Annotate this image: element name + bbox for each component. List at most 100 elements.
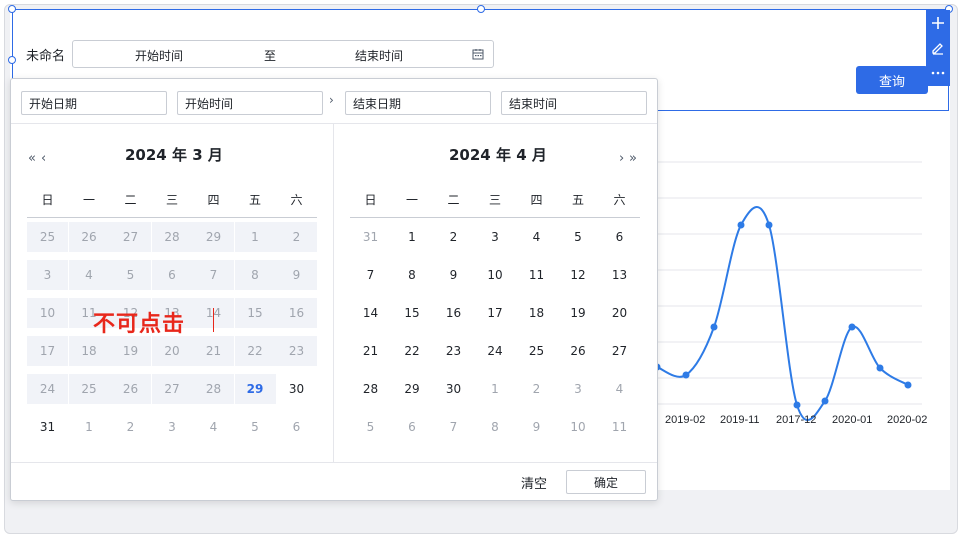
query-button[interactable]: 查询 (856, 66, 928, 94)
calendar-day[interactable]: 28 (350, 374, 391, 404)
calendar-day: 7 (193, 260, 234, 290)
calendar-day[interactable]: 8 (392, 260, 433, 290)
calendar-day[interactable]: 13 (599, 260, 640, 290)
add-icon[interactable] (926, 10, 950, 35)
calendar-day[interactable]: 16 (433, 298, 474, 328)
calendar-day[interactable]: 29 (392, 374, 433, 404)
calendar-day[interactable]: 11 (599, 412, 640, 442)
calendar-day: 26 (110, 374, 151, 404)
prev-month-icon[interactable]: ‹ (41, 151, 46, 166)
calendar-day: 10 (27, 298, 68, 328)
end-date-input[interactable]: 结束日期 (345, 91, 491, 115)
calendar-day: 26 (68, 222, 110, 252)
calendar-day[interactable]: 3 (558, 374, 599, 404)
resize-handle-top-left[interactable] (8, 5, 16, 13)
resize-handle-left[interactable] (8, 56, 16, 64)
calendar-day: 16 (276, 298, 317, 328)
calendar-day[interactable]: 10 (475, 260, 516, 290)
calendar-day[interactable]: 5 (235, 412, 276, 442)
prev-year-icon[interactable]: « (28, 151, 36, 166)
calendar-day[interactable]: 30 (433, 374, 474, 404)
calendar-day[interactable]: 8 (475, 412, 516, 442)
calendar-day: 23 (276, 336, 317, 366)
x-tick-label: 2020-02 (887, 414, 927, 426)
calendar-day: 27 (110, 222, 151, 252)
data-point (710, 323, 718, 331)
calendar-icon (472, 49, 484, 60)
next-year-icon[interactable]: » (629, 151, 637, 166)
calendar-day: 28 (193, 374, 234, 404)
calendar-day[interactable]: 9 (516, 412, 557, 442)
x-tick-label: 2020-01 (832, 414, 872, 426)
calendar-day[interactable]: 6 (276, 412, 317, 442)
calendar-day[interactable]: 5 (350, 412, 391, 442)
calendar-day[interactable]: 23 (433, 336, 474, 366)
start-time-input[interactable]: 开始时间 (177, 91, 323, 115)
clear-button[interactable]: 清空 (521, 473, 547, 492)
calendar-day[interactable]: 4 (193, 412, 234, 442)
calendar-day[interactable]: 2 (516, 374, 557, 404)
calendar-day[interactable]: 3 (152, 412, 193, 442)
calendar-day[interactable]: 20 (599, 298, 640, 328)
weekday-header: 三 (165, 193, 178, 207)
calendar-day[interactable]: 6 (392, 412, 433, 442)
calendar-day[interactable]: 9 (433, 260, 474, 290)
chevron-right-icon: › (329, 93, 334, 107)
text-cursor (213, 308, 214, 332)
calendar-day: 25 (68, 374, 110, 404)
date-range-input[interactable]: 开始时间 至 结束时间 (72, 40, 494, 68)
calendar-day[interactable]: 25 (516, 336, 557, 366)
calendar-day[interactable]: 7 (433, 412, 474, 442)
calendar-day[interactable]: 31 (350, 222, 391, 252)
calendar-day[interactable]: 11 (516, 260, 557, 290)
divider (11, 462, 657, 463)
calendar-day[interactable]: 12 (558, 260, 599, 290)
calendar-day: 15 (234, 298, 276, 328)
annotation-not-clickable: 不可点击 (93, 312, 186, 337)
end-time-input[interactable]: 结束时间 (501, 91, 647, 115)
calendar-day[interactable]: 4 (599, 374, 640, 404)
confirm-button[interactable]: 确定 (566, 470, 646, 494)
weekday-header: 六 (290, 193, 303, 207)
start-date-input[interactable]: 开始日期 (21, 91, 167, 115)
calendar-day[interactable]: 1 (392, 222, 433, 252)
calendar-day: 6 (151, 260, 193, 290)
weekday-header: 一 (82, 193, 95, 207)
calendar-day[interactable]: 15 (392, 298, 433, 328)
calendar-day[interactable]: 24 (475, 336, 516, 366)
weekday-header: 二 (124, 193, 137, 207)
calendar-day[interactable]: 1 (69, 412, 110, 442)
resize-handle-top[interactable] (477, 5, 485, 13)
calendar-day[interactable]: 14 (350, 298, 391, 328)
more-icon[interactable] (926, 60, 950, 85)
next-month-icon[interactable]: › (619, 151, 624, 166)
calendar-day[interactable]: 5 (558, 222, 599, 252)
calendar-day[interactable]: 31 (27, 412, 68, 442)
calendar-day[interactable]: 30 (276, 374, 317, 404)
calendar-day[interactable]: 1 (475, 374, 516, 404)
calendar-day[interactable]: 7 (350, 260, 391, 290)
calendar-day[interactable]: 2 (110, 412, 151, 442)
calendar-day: 27 (151, 374, 193, 404)
calendar-day[interactable]: 2 (433, 222, 474, 252)
calendar-day[interactable]: 3 (475, 222, 516, 252)
calendar-day: 29 (234, 374, 276, 404)
calendar-day[interactable]: 19 (558, 298, 599, 328)
calendar-day[interactable]: 26 (558, 336, 599, 366)
calendar-day: 20 (151, 336, 193, 366)
calendar-day[interactable]: 27 (599, 336, 640, 366)
calendar-day[interactable]: 17 (475, 298, 516, 328)
calendar-day: 25 (27, 222, 68, 252)
calendar-day[interactable]: 18 (516, 298, 557, 328)
calendar-day[interactable]: 22 (392, 336, 433, 366)
weekday-divider (27, 217, 317, 218)
calendar-day[interactable]: 21 (350, 336, 391, 366)
date-range-picker: 开始日期 开始时间 › 结束日期 结束时间 « ‹ 2024 年 3 月 202… (10, 78, 658, 501)
calendar-day[interactable]: 4 (516, 222, 557, 252)
calendar-day[interactable]: 6 (599, 222, 640, 252)
weekday-header: 三 (488, 193, 501, 207)
calendar-day: 24 (27, 374, 68, 404)
edit-icon[interactable] (926, 35, 950, 60)
calendar-day[interactable]: 10 (558, 412, 599, 442)
weekday-header: 五 (248, 193, 261, 207)
